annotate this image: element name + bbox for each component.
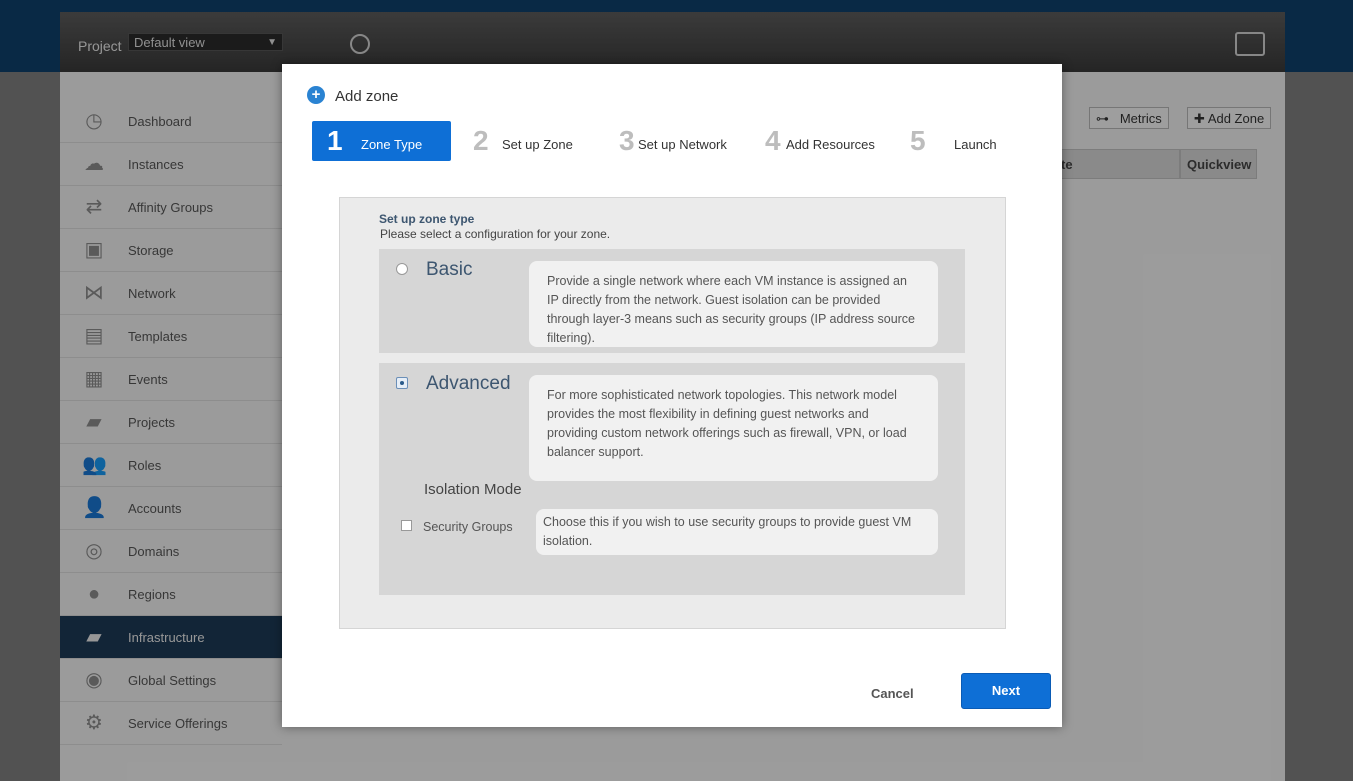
basic-option-name: Basic [426,259,473,280]
step-zone-type: 1 Zone Type [312,121,451,161]
security-groups-checkbox[interactable] [401,520,412,531]
step-label: Set up Zone [502,137,573,152]
advanced-option-desc: For more sophisticated network topologie… [529,375,938,481]
step-label: Launch [954,137,997,152]
step-number: 5 [910,125,926,156]
advanced-radio[interactable] [396,377,408,389]
step-launch: 5 Launch [910,121,1030,161]
advanced-option: Advanced For more sophisticated network … [379,363,965,595]
step-number: 3 [619,125,635,156]
step-number: 2 [473,125,489,156]
isolation-mode-title: Isolation Mode [424,481,522,498]
basic-option-desc: Provide a single network where each VM i… [529,261,938,347]
panel-subtitle: Please select a configuration for your z… [380,227,611,241]
step-add-resources: 4 Add Resources [765,121,895,161]
zone-type-panel: Set up zone type Please select a configu… [339,197,1006,629]
advanced-option-name: Advanced [426,373,511,394]
step-number: 4 [765,125,781,156]
cancel-button[interactable]: Cancel [871,686,914,701]
step-number: 1 [327,125,343,156]
step-label: Add Resources [786,137,875,152]
step-label: Zone Type [361,137,423,152]
basic-option: Basic Provide a single network where eac… [379,249,965,353]
dialog-title: Add zone [335,88,399,105]
step-set-up-network: 3 Set up Network [619,121,749,161]
panel-title: Set up zone type [379,212,475,226]
add-circle-icon: + [307,86,325,104]
add-zone-dialog: + Add zone 1 Zone Type 2 Set up Zone 3 S… [282,64,1062,727]
security-groups-label: Security Groups [423,520,513,534]
step-label: Set up Network [638,137,727,152]
wizard-steps: 1 Zone Type 2 Set up Zone 3 Set up Netwo… [312,121,1032,161]
next-button[interactable]: Next [961,673,1051,709]
basic-radio[interactable] [396,263,408,275]
step-set-up-zone: 2 Set up Zone [473,121,593,161]
security-groups-desc: Choose this if you wish to use security … [536,509,938,555]
